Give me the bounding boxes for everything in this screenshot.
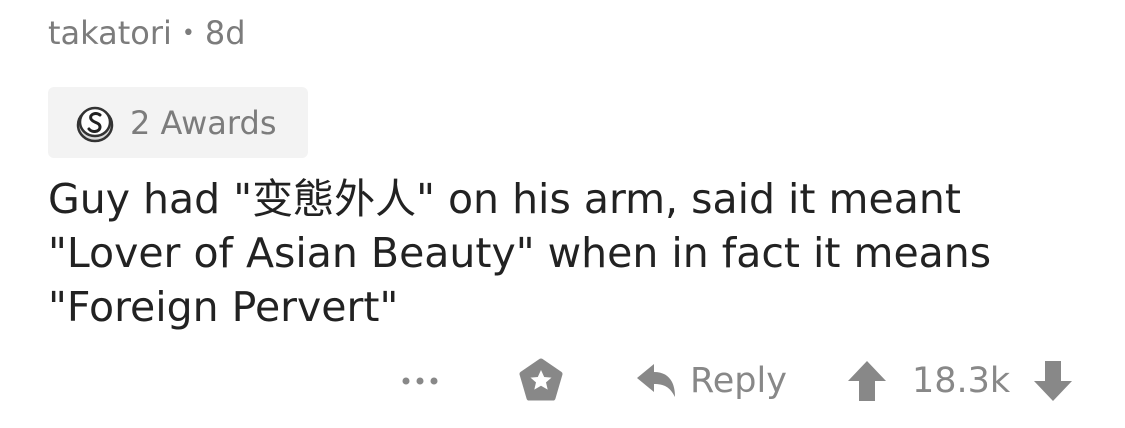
comment-meta: takatori • 8d [48, 10, 246, 56]
upvote-arrow-icon [846, 359, 888, 403]
comment-body-line: Guy had "变態外人" on his arm, said it meant [48, 175, 961, 223]
reply-label: Reply [690, 361, 787, 401]
comment-age: 8d [204, 14, 246, 52]
downvote-arrow-icon [1032, 359, 1074, 403]
silver-award-icon [74, 102, 116, 144]
comment-body-line: "Lover of Asian Beauty" when in fact it … [48, 229, 992, 277]
award-icon [516, 358, 566, 404]
vote-score: 18.3k [912, 361, 1011, 401]
more-icon [400, 376, 440, 386]
meta-separator: • [181, 20, 195, 46]
upvote-button[interactable] [846, 352, 888, 410]
reply-button[interactable]: Reply [634, 352, 787, 410]
reply-arrow-icon [634, 361, 678, 401]
give-award-button[interactable] [516, 352, 566, 410]
more-options-button[interactable] [400, 352, 440, 410]
comment-body-line: "Foreign Pervert" [48, 283, 399, 331]
comment-actions: Reply 18.3k [0, 352, 1125, 410]
awards-chip[interactable]: 2 Awards [48, 87, 308, 158]
author-name[interactable]: takatori [48, 14, 172, 52]
comment-body: Guy had "变態外人" on his arm, said it meant… [48, 172, 1088, 334]
downvote-button[interactable] [1032, 352, 1074, 410]
awards-label: 2 Awards [130, 103, 277, 142]
